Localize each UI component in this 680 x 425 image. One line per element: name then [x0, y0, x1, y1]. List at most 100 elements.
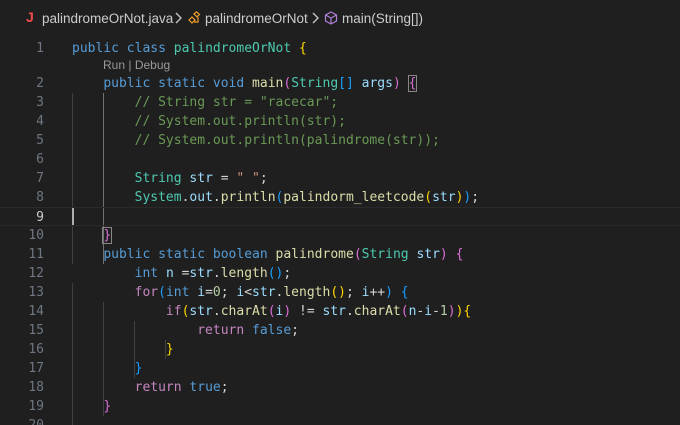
code-token: static: [158, 247, 206, 262]
code-token: String: [361, 247, 409, 262]
code-line[interactable]: 11 public static boolean palindrome(Stri…: [0, 245, 680, 264]
code-line[interactable]: 6: [0, 150, 680, 169]
code-line[interactable]: 20: [0, 416, 680, 425]
code-text: // System.out.println(str);: [72, 112, 346, 131]
code-token: {: [299, 41, 307, 56]
code-editor[interactable]: 1 public class palindromeOrNot {2 public …: [0, 36, 680, 425]
line-number: 1: [36, 41, 44, 56]
code-text: }: [72, 359, 143, 378]
code-line[interactable]: 10 }: [0, 226, 680, 245]
line-number: 12: [28, 266, 44, 281]
code-token: palindrome: [275, 247, 354, 262]
code-token: (: [424, 190, 433, 205]
code-token: class: [126, 41, 166, 56]
code-token: ): [283, 304, 292, 319]
code-token: ++: [369, 285, 386, 300]
breadcrumb-method[interactable]: main(String[]): [342, 10, 423, 27]
code-line[interactable]: 9: [0, 207, 680, 226]
code-text: }: [72, 340, 174, 359]
code-token: // System.out.println(str);: [134, 114, 346, 129]
code-token: String: [134, 171, 182, 186]
code-line[interactable]: 15 return false;: [0, 321, 680, 340]
line-number: 2: [36, 76, 44, 91]
code-token: .: [212, 304, 221, 319]
code-token: .: [212, 266, 221, 281]
code-token: str: [416, 247, 440, 262]
code-line[interactable]: 16 }: [0, 340, 680, 359]
code-line[interactable]: 7 String str = " ";: [0, 169, 680, 188]
code-token: !=: [291, 304, 323, 319]
code-text: if(str.charAt(i) != str.charAt(n-i-1)){: [72, 302, 471, 321]
code-token: -: [432, 304, 440, 319]
code-token: charAt: [353, 304, 401, 319]
code-token: (: [267, 304, 276, 319]
code-token: str: [432, 190, 456, 205]
code-line[interactable]: 18 return true;: [0, 378, 680, 397]
code-text: }: [72, 397, 111, 416]
code-token: void: [212, 76, 245, 91]
code-line[interactable]: 2 public static void main(String[] args)…: [0, 74, 680, 93]
code-line[interactable]: 19 }: [0, 397, 680, 416]
code-token: str: [189, 266, 213, 281]
code-token: =: [212, 171, 237, 186]
code-text: for(int i=0; i<str.length(); i++) {: [72, 283, 409, 302]
code-line[interactable]: 12 int n =str.length();: [0, 264, 680, 283]
code-token: (): [330, 285, 346, 300]
code-token: ;: [220, 285, 237, 300]
code-line[interactable]: 4 // System.out.println(str);: [0, 112, 680, 131]
code-line[interactable]: 17 }: [0, 359, 680, 378]
line-number: 19: [28, 399, 44, 414]
code-token: (: [283, 76, 292, 91]
code-token: public: [72, 41, 119, 56]
code-line[interactable]: 5 // System.out.println(palindrome(str))…: [0, 131, 680, 150]
code-token: =: [205, 285, 213, 300]
code-text: String str = " ";: [72, 169, 268, 188]
code-token: }: [165, 342, 174, 357]
code-text: int n =str.length();: [72, 264, 292, 283]
code-text: }: [72, 226, 113, 245]
code-line[interactable]: 8 System.out.println(palindorm_leetcode(…: [0, 188, 680, 207]
code-token: <: [244, 285, 253, 300]
code-token: length: [220, 266, 268, 281]
code-line[interactable]: 3 // String str = "racecar";: [0, 93, 680, 112]
line-number: 14: [28, 304, 44, 319]
code-token: (: [353, 247, 362, 262]
code-token: 0: [212, 285, 221, 300]
code-token: n: [165, 266, 174, 281]
code-token: return: [134, 380, 182, 395]
code-text: // System.out.println(palindrome(str));: [72, 131, 440, 150]
code-line[interactable]: 1 public class palindromeOrNot {: [0, 39, 680, 58]
code-token: =: [173, 266, 190, 281]
code-token: println: [220, 190, 276, 205]
code-line[interactable]: 14 if(str.charAt(i) != str.charAt(n-i-1)…: [0, 302, 680, 321]
line-number: 15: [28, 323, 44, 338]
line-number: 18: [28, 380, 44, 395]
line-number: 9: [36, 210, 44, 225]
breadcrumb-class[interactable]: palindromeOrNot: [205, 10, 308, 27]
code-token: String: [291, 76, 339, 91]
code-token: for: [134, 285, 159, 300]
code-token: args: [361, 76, 393, 91]
code-line[interactable]: 13 for(int i=0; i<str.length(); i++) {: [0, 283, 680, 302]
code-token: // String str = "racecar";: [134, 95, 339, 110]
line-number: 13: [28, 285, 44, 300]
code-token: int: [165, 285, 190, 300]
code-token: public: [103, 247, 151, 262]
code-token: boolean: [212, 247, 268, 262]
breadcrumb-file[interactable]: palindromeOrNot.java: [42, 10, 173, 27]
